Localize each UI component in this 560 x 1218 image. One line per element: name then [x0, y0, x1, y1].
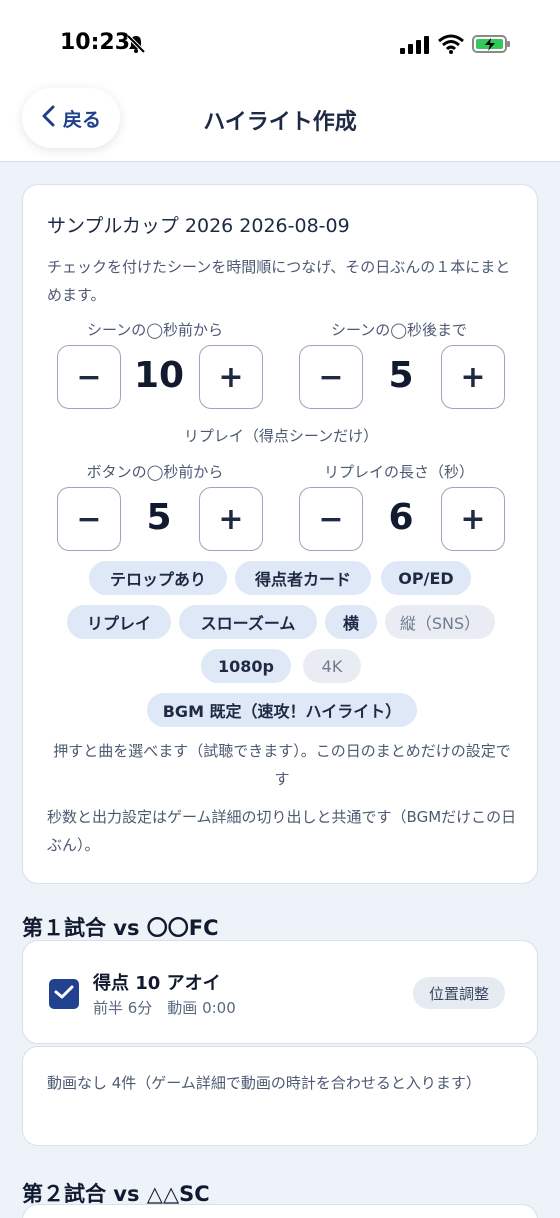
chip-scorer-card[interactable]: 得点者カード — [235, 561, 371, 595]
after-scene-plus-button[interactable]: + — [441, 345, 505, 409]
chip-slow-zoom[interactable]: スローズーム — [179, 605, 317, 639]
scene-title: 得点 10 アオイ — [93, 973, 221, 994]
battery-charging-icon — [472, 34, 512, 58]
page-title: ハイライト作成 — [203, 110, 357, 135]
bgm-note: 押すと曲を選べます（試聴できます）。この日のまとめだけの設定です — [53, 742, 511, 788]
shared-settings-note: 秒数と出力設定はゲーム詳細の切り出しと共通です（BGMだけこの日ぶん）。 — [47, 808, 517, 854]
stepper-label-before-scene: シーンの◯秒前から — [86, 321, 224, 339]
chip-4k[interactable]: 4K — [303, 649, 361, 683]
event-title: サンプルカップ 2026 2026-08-09 — [47, 215, 350, 237]
no-video-note: 動画なし 4件（ゲーム詳細で動画の時計を合わせると入ります） — [47, 1074, 481, 1092]
game-1-heading: 第１試合 vs 〇〇FC — [22, 916, 219, 940]
stepper-label-after-scene: シーンの◯秒後まで — [330, 321, 468, 339]
stepper-label-replay-length: リプレイの長さ（秒） — [323, 463, 474, 481]
card-description: チェックを付けたシーンを時間順につなげ、その日ぶんの１本にまとめます。 — [47, 258, 511, 304]
highlight-settings-card: サンプルカップ 2026 2026-08-09 チェックを付けたシーンを時間順に… — [22, 184, 538, 884]
status-bar: 10:23 — [0, 0, 560, 82]
replay-section-label: リプレイ（得点シーンだけ） — [183, 427, 379, 445]
stepper-label-before-button: ボタンの◯秒前から — [86, 463, 224, 481]
nav-header: 戻る ハイライト作成 — [0, 82, 560, 162]
signal-icon — [400, 36, 430, 58]
scene-checkbox[interactable] — [49, 979, 79, 1009]
before-button-plus-button[interactable]: + — [199, 487, 263, 551]
chip-op-ed[interactable]: OP/ED — [381, 561, 471, 595]
replay-length-value: 6 — [388, 497, 414, 538]
bell-muted-icon — [126, 34, 146, 58]
status-time: 10:23 — [60, 30, 131, 55]
before-button-value: 5 — [146, 497, 172, 538]
no-video-card: 動画なし 4件（ゲーム詳細で動画の時計を合わせると入ります） — [22, 1046, 538, 1146]
chip-telop[interactable]: テロップあり — [89, 561, 227, 595]
scene-time: 前半 6分 動画 0:00 — [93, 999, 236, 1017]
game-2-card — [22, 1204, 538, 1218]
replay-length-plus-button[interactable]: + — [441, 487, 505, 551]
after-scene-minus-button[interactable]: − — [299, 345, 363, 409]
chip-1080p[interactable]: 1080p — [201, 649, 291, 683]
bgm-select-button[interactable]: BGM 既定（速攻！ハイライト） — [147, 693, 417, 727]
chip-portrait-sns[interactable]: 縦（SNS） — [385, 605, 495, 639]
check-icon — [54, 984, 74, 1004]
chip-replay[interactable]: リプレイ — [67, 605, 171, 639]
replay-length-minus-button[interactable]: − — [299, 487, 363, 551]
scene-row[interactable]: 得点 10 アオイ 前半 6分 動画 0:00 位置調整 — [22, 940, 538, 1044]
chip-landscape[interactable]: 横 — [325, 605, 377, 639]
wifi-icon — [438, 34, 464, 58]
before-scene-minus-button[interactable]: − — [57, 345, 121, 409]
after-scene-value: 5 — [388, 355, 414, 396]
before-button-minus-button[interactable]: − — [57, 487, 121, 551]
before-scene-plus-button[interactable]: + — [199, 345, 263, 409]
adjust-position-button[interactable]: 位置調整 — [413, 977, 506, 1009]
before-scene-value: 10 — [133, 355, 185, 396]
